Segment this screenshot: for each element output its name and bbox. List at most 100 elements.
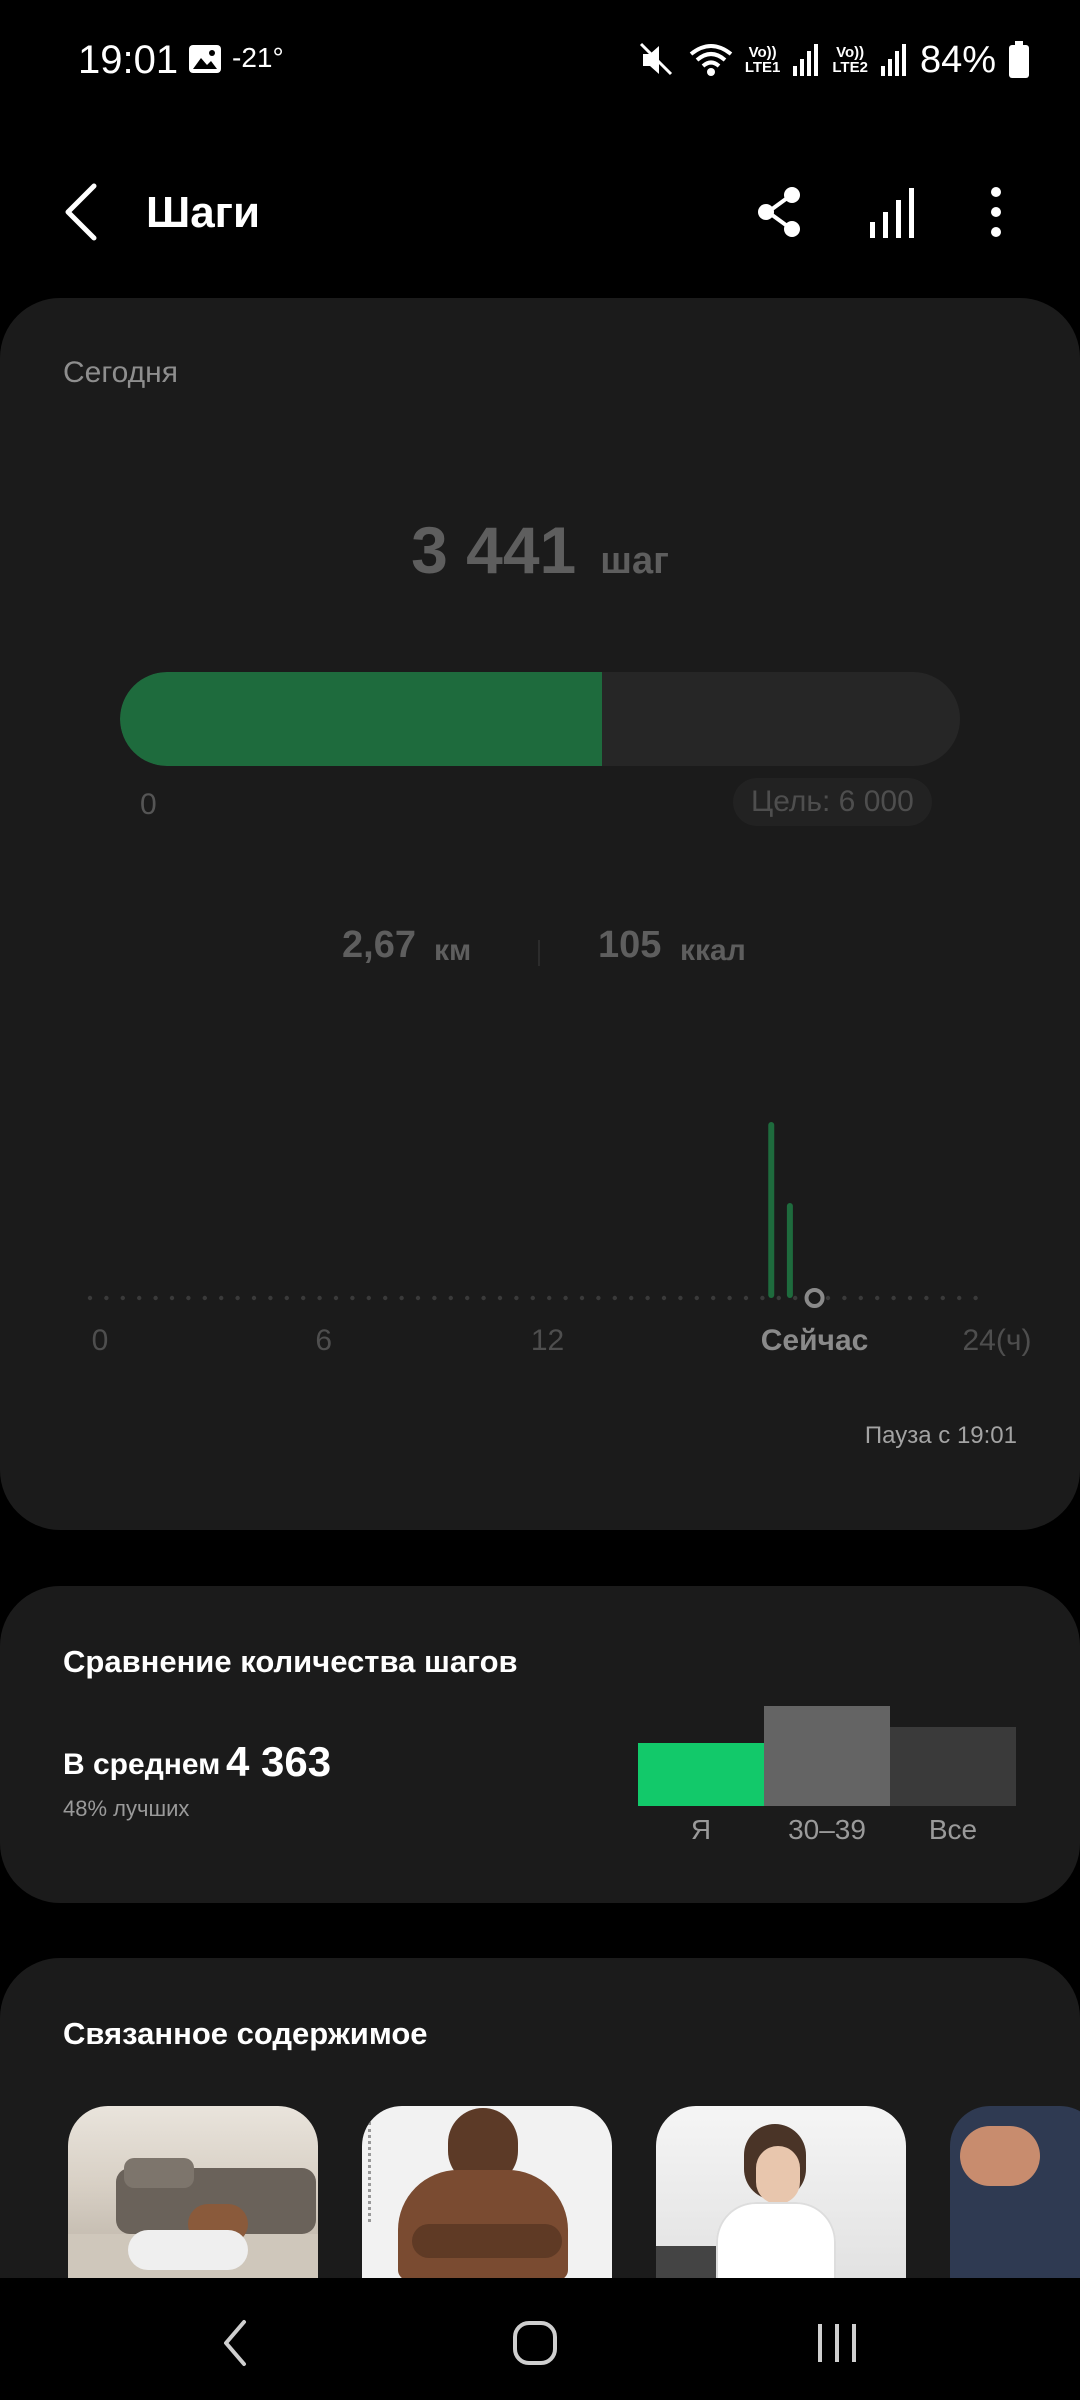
baseline-dot — [760, 1295, 765, 1301]
baseline-dot — [137, 1295, 142, 1301]
hourly-steps-chart: 0 6 12 Сейчас 24(ч) — [87, 1122, 1031, 1357]
baseline-dot — [235, 1295, 240, 1301]
comparison-bar — [638, 1743, 764, 1806]
system-nav-bar — [0, 2278, 1080, 2400]
baseline-dot — [120, 1295, 126, 1301]
share-icon[interactable] — [752, 184, 808, 240]
thumbnail-situps[interactable] — [68, 2106, 318, 2278]
baseline-dot — [776, 1295, 781, 1301]
signal-sim1-icon — [793, 44, 819, 76]
chart-icon[interactable] — [866, 184, 922, 240]
steps-progress-bar — [120, 672, 960, 766]
baseline-dot — [727, 1295, 732, 1301]
baseline-dot — [268, 1295, 273, 1301]
baseline-dot — [924, 1295, 929, 1301]
baseline-dot — [596, 1295, 601, 1301]
comparison-bar — [764, 1706, 890, 1806]
hourly-bar — [786, 1202, 793, 1298]
baseline-dot — [694, 1295, 699, 1301]
baseline-dot — [875, 1295, 880, 1301]
axis-label: 0 — [92, 1324, 109, 1357]
baseline-dot — [645, 1295, 650, 1301]
sim2-label: Vo)) LTE2 — [832, 44, 868, 76]
baseline-dot — [907, 1295, 913, 1301]
baseline-dot — [383, 1295, 388, 1301]
comparison-bar-label: 30–39 — [788, 1814, 866, 1845]
baseline-dot — [350, 1295, 355, 1301]
battery-percent: 84% — [919, 38, 996, 81]
nav-back-icon[interactable] — [216, 2318, 256, 2368]
baseline-dot — [202, 1295, 207, 1301]
progress-min-label: 0 — [140, 788, 157, 821]
baseline-dot — [678, 1295, 683, 1301]
baseline-dot — [251, 1295, 257, 1301]
stats-divider — [538, 940, 540, 966]
baseline-dot — [219, 1295, 224, 1301]
status-right-group: Vo)) LTE1 Vo)) LTE2 84% — [637, 36, 1030, 84]
baseline-dot — [497, 1295, 503, 1301]
axis-label: 12 — [531, 1324, 564, 1357]
steps-unit: шаг — [600, 540, 669, 582]
distance-value: 2,67 — [342, 924, 416, 966]
baseline-dot — [366, 1295, 371, 1301]
baseline-dot — [940, 1295, 945, 1301]
mute-icon — [639, 42, 672, 76]
baseline-dot — [415, 1295, 421, 1301]
baseline-dot — [514, 1295, 519, 1301]
baseline-dot — [825, 1295, 831, 1301]
now-marker — [804, 1288, 825, 1308]
thumbnail-woman-gym[interactable] — [656, 2106, 906, 2278]
baseline-dot — [957, 1295, 962, 1301]
hourly-bar — [768, 1122, 775, 1298]
thumbnail-muscle-man[interactable] — [362, 2106, 612, 2278]
nav-recents-icon[interactable] — [814, 2320, 860, 2366]
baseline-dot — [629, 1295, 634, 1301]
steps-progress-fill — [120, 672, 602, 766]
status-time: 19:01 — [78, 38, 179, 82]
baseline-dot — [858, 1295, 863, 1301]
nav-home-icon[interactable] — [512, 2320, 558, 2366]
baseline-dot — [661, 1295, 667, 1301]
status-bar: 19:01 -21° Vo)) LTE1 Vo)) LTE2 84% — [0, 0, 1080, 120]
more-vertical-icon[interactable] — [968, 184, 1024, 240]
pause-status: Пауза с 19:01 — [864, 1422, 1017, 1449]
thumbnail-arm[interactable] — [950, 2106, 1080, 2278]
calories-unit: ккал — [680, 934, 746, 967]
percentile-text: 48% лучших — [63, 1796, 190, 1821]
baseline-dot — [87, 1295, 93, 1301]
baseline-dot — [612, 1295, 617, 1301]
signal-sim2-icon — [880, 44, 906, 76]
wifi-icon — [689, 44, 733, 76]
related-content-title: Связанное содержимое — [63, 2016, 428, 2051]
gallery-notification-icon — [189, 45, 221, 73]
baseline-dot — [301, 1295, 306, 1301]
baseline-dot — [432, 1295, 437, 1301]
average-value: 4 363 — [226, 1738, 332, 1785]
back-icon[interactable] — [56, 180, 112, 244]
baseline-dot — [104, 1295, 109, 1301]
baseline-dot — [333, 1295, 339, 1301]
baseline-dot — [547, 1295, 552, 1301]
baseline-dot — [973, 1295, 978, 1301]
baseline-dot — [743, 1295, 749, 1301]
axis-label-now: Сейчас — [761, 1324, 869, 1357]
status-temperature: -21° — [232, 42, 284, 73]
steps-count: 3 441 — [411, 513, 577, 587]
baseline-dot — [563, 1295, 568, 1301]
today-label: Сегодня — [63, 356, 178, 389]
baseline-dot — [530, 1295, 535, 1301]
page-title: Шаги — [146, 188, 261, 237]
baseline-dot — [153, 1295, 158, 1301]
average-label: В среднем — [63, 1748, 221, 1781]
calories-value: 105 — [598, 924, 662, 966]
sim1-label: Vo)) LTE1 — [744, 44, 781, 76]
baseline-dot — [711, 1295, 716, 1301]
comparison-bar-label: Я — [690, 1814, 712, 1845]
baseline-dot — [317, 1295, 322, 1301]
baseline-dot — [842, 1295, 847, 1301]
baseline-dot — [891, 1295, 896, 1301]
baseline-dot — [481, 1295, 486, 1301]
battery-icon — [1009, 41, 1029, 78]
baseline-dot — [793, 1295, 798, 1301]
baseline-dot — [169, 1295, 175, 1301]
